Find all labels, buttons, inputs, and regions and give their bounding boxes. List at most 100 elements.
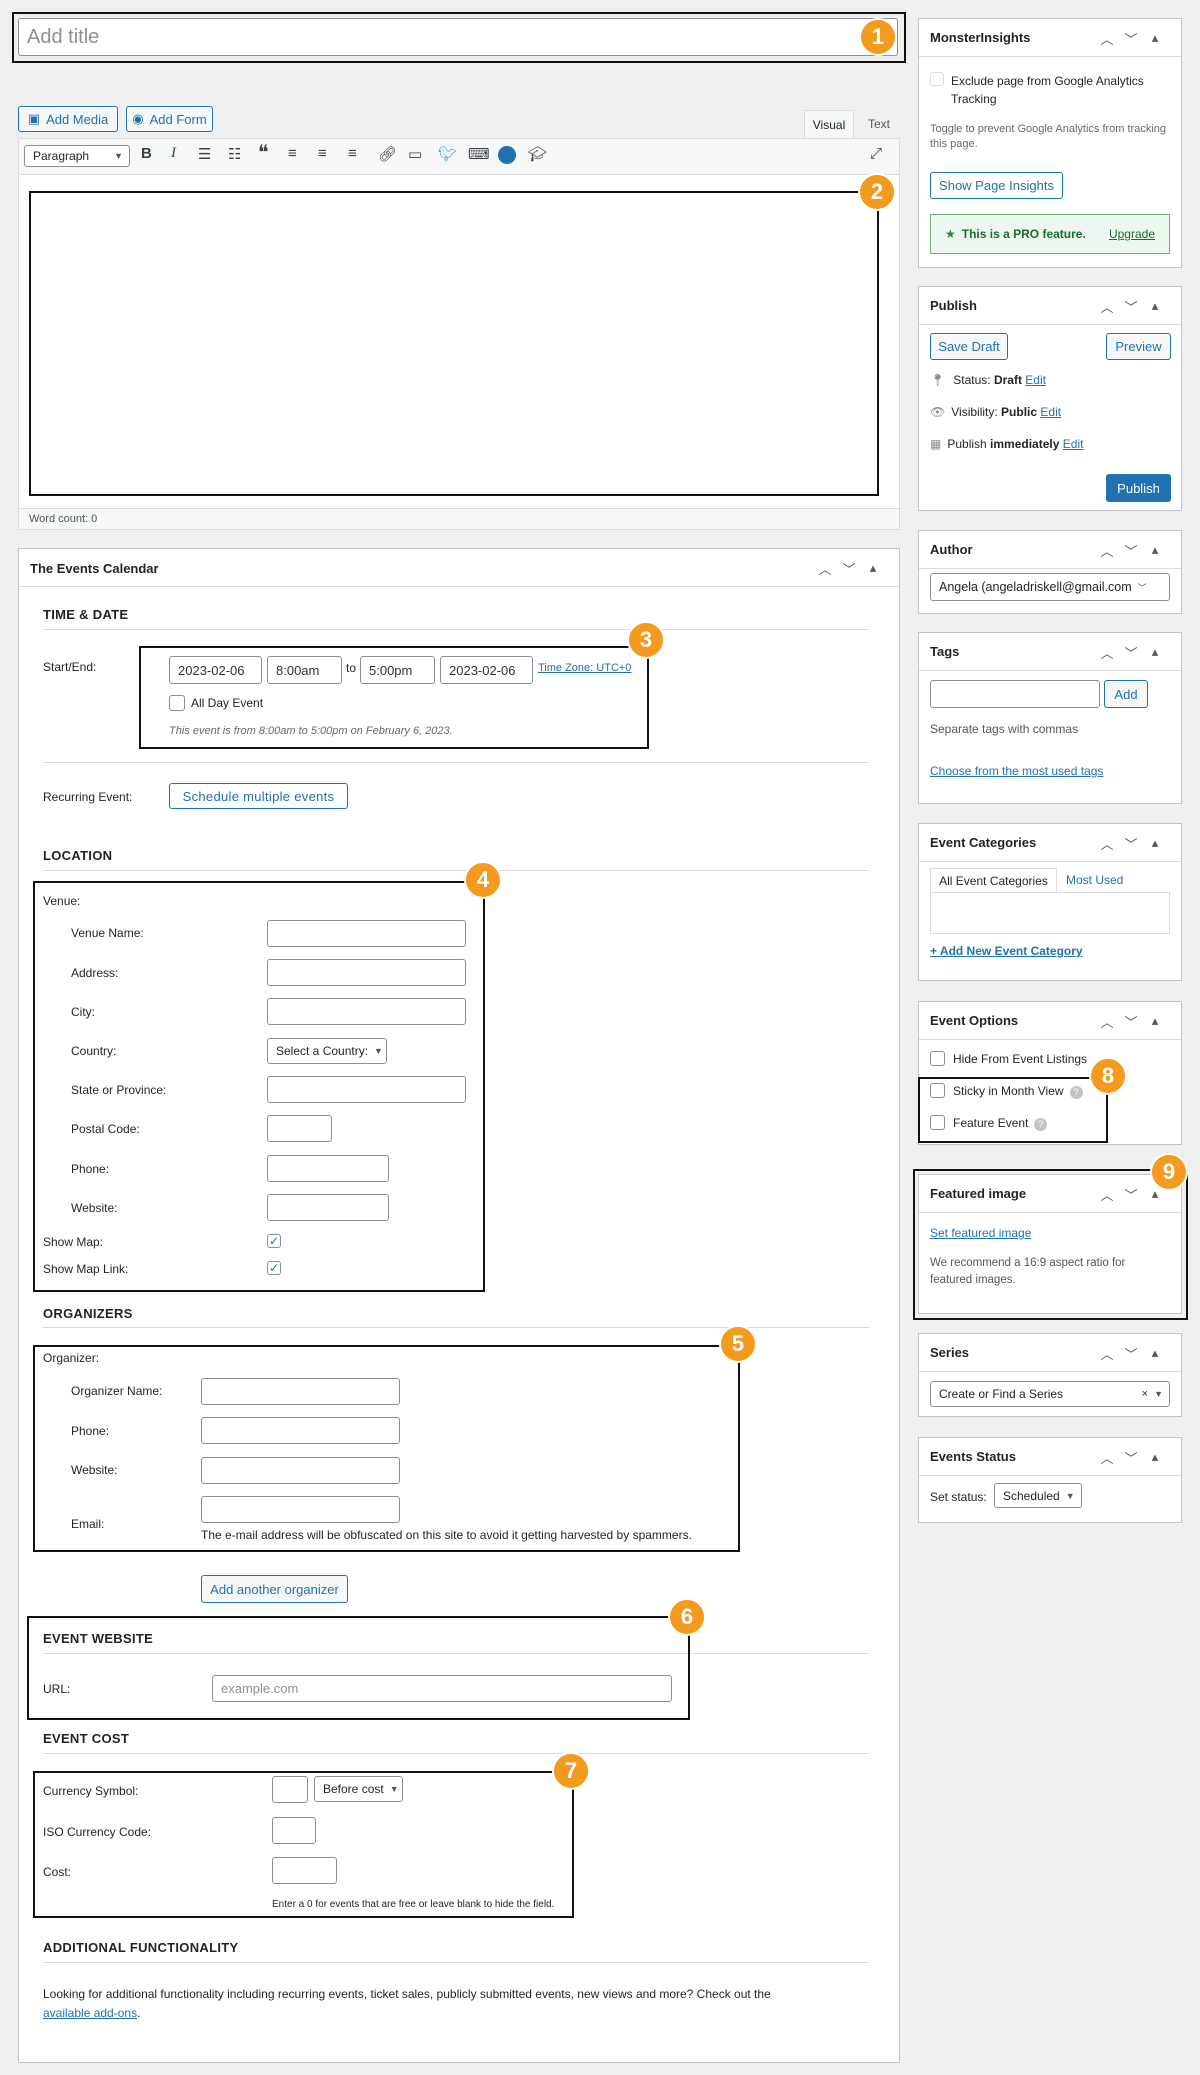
publish-button[interactable]: Publish bbox=[1106, 474, 1171, 502]
panel-controls[interactable]: ︿ ﹀ ▴ bbox=[1100, 633, 1162, 671]
end-time-input[interactable]: 5:00pm bbox=[360, 656, 435, 684]
schedule-edit-link[interactable]: Edit bbox=[1063, 437, 1084, 451]
cost-input[interactable] bbox=[272, 1857, 337, 1884]
postal-code-input[interactable] bbox=[267, 1115, 332, 1142]
state-input[interactable] bbox=[267, 1076, 466, 1103]
country-select[interactable]: Select a Country: ▼ bbox=[267, 1038, 387, 1064]
keyboard-icon[interactable]: ⌨ bbox=[468, 145, 490, 163]
italic-icon[interactable]: I bbox=[171, 145, 176, 162]
end-date-input[interactable]: 2023-02-06 bbox=[440, 656, 533, 684]
post-title-input[interactable]: Add title bbox=[18, 18, 898, 56]
add-another-organizer-button[interactable]: Add another organizer bbox=[201, 1575, 348, 1603]
move-up-icon[interactable]: ︿ bbox=[1100, 834, 1114, 853]
collapse-icon[interactable]: ▴ bbox=[1148, 1345, 1162, 1361]
status-select[interactable]: Scheduled ▼ bbox=[994, 1483, 1082, 1508]
collapse-icon[interactable]: ▴ bbox=[1148, 835, 1162, 851]
move-down-icon[interactable]: ﹀ bbox=[1124, 1344, 1138, 1363]
numbered-list-icon[interactable]: ☷ bbox=[228, 145, 241, 163]
currency-position-select[interactable]: Before cost ▼ bbox=[314, 1776, 403, 1802]
format-select[interactable]: Paragraph ▼ bbox=[24, 145, 130, 167]
organizer-website-input[interactable] bbox=[201, 1457, 400, 1484]
categories-list[interactable] bbox=[930, 892, 1170, 934]
move-up-icon[interactable]: ︿ bbox=[1100, 1185, 1114, 1204]
move-up-icon[interactable]: ︿ bbox=[1100, 1012, 1114, 1031]
status-edit-link[interactable]: Edit bbox=[1025, 373, 1046, 387]
series-select[interactable]: Create or Find a Series × ▼ bbox=[930, 1381, 1170, 1407]
editor-content-area[interactable] bbox=[19, 176, 899, 506]
timezone-link[interactable]: Time Zone: UTC+0 bbox=[538, 662, 631, 674]
preview-button[interactable]: Preview bbox=[1106, 333, 1171, 360]
help-icon[interactable]: ? bbox=[1034, 1118, 1048, 1131]
venue-phone-input[interactable] bbox=[267, 1155, 389, 1182]
choose-tags-link[interactable]: Choose from the most used tags bbox=[930, 764, 1103, 778]
panel-controls[interactable]: ︿ ﹀ ▴ bbox=[1100, 287, 1162, 325]
panel-controls[interactable]: ︿ ﹀ ▴ bbox=[1100, 1002, 1162, 1040]
blockquote-icon[interactable]: ❝ bbox=[258, 140, 269, 165]
move-up-icon[interactable]: ︿ bbox=[1100, 541, 1114, 560]
panel-controls[interactable]: ︿ ﹀ ▴ bbox=[1100, 824, 1162, 862]
show-map-checkbox[interactable]: ✓ bbox=[267, 1234, 281, 1248]
address-input[interactable] bbox=[267, 959, 466, 986]
panel-controls[interactable]: ︿ ﹀ ▴ bbox=[818, 549, 880, 587]
collapse-icon[interactable]: ▴ bbox=[1148, 298, 1162, 314]
help-icon[interactable]: ? bbox=[1069, 1086, 1083, 1099]
twitter-icon[interactable]: 🐦︎ bbox=[438, 145, 457, 163]
set-featured-image-link[interactable]: Set featured image bbox=[930, 1226, 1031, 1240]
tab-most-used[interactable]: Most Used bbox=[1066, 873, 1123, 887]
add-media-button[interactable]: ▣ Add Media bbox=[18, 106, 118, 132]
move-down-icon[interactable]: ﹀ bbox=[1124, 297, 1138, 316]
move-down-icon[interactable]: ﹀ bbox=[1124, 834, 1138, 853]
collapse-icon[interactable]: ▴ bbox=[1148, 30, 1162, 46]
start-date-input[interactable]: 2023-02-06 bbox=[169, 656, 262, 684]
feature-event-checkbox[interactable] bbox=[930, 1115, 945, 1130]
all-day-checkbox[interactable] bbox=[169, 695, 185, 711]
move-up-icon[interactable]: ︿ bbox=[1100, 1344, 1114, 1363]
city-input[interactable] bbox=[267, 998, 466, 1025]
move-down-icon[interactable]: ﹀ bbox=[1124, 1448, 1138, 1467]
hide-listings-checkbox[interactable] bbox=[930, 1051, 945, 1066]
currency-symbol-input[interactable] bbox=[272, 1776, 308, 1803]
available-addons-link[interactable]: available add-ons bbox=[43, 2006, 137, 2020]
author-select[interactable]: Angela (angeladriskell@gmail.com ﹀ bbox=[930, 573, 1170, 601]
move-up-icon[interactable]: ︿ bbox=[1100, 29, 1114, 48]
iso-code-input[interactable] bbox=[272, 1817, 316, 1844]
wpforms-icon[interactable] bbox=[498, 146, 516, 164]
collapse-icon[interactable]: ▴ bbox=[1148, 1449, 1162, 1465]
link-icon[interactable]: 🔗︎ bbox=[378, 145, 397, 163]
move-down-icon[interactable]: ﹀ bbox=[1124, 29, 1138, 48]
tab-all-categories[interactable]: All Event Categories bbox=[930, 868, 1057, 893]
panel-controls[interactable]: ︿ ﹀ ▴ bbox=[1100, 19, 1162, 57]
tags-input[interactable] bbox=[930, 680, 1100, 708]
add-category-link[interactable]: + Add New Event Category bbox=[930, 944, 1083, 958]
tab-text[interactable]: Text bbox=[858, 110, 900, 138]
fullscreen-icon[interactable]: ⤢ bbox=[870, 145, 882, 162]
organizer-name-input[interactable] bbox=[201, 1378, 400, 1405]
organizer-email-input[interactable] bbox=[201, 1496, 400, 1523]
move-down-icon[interactable]: ﹀ bbox=[1124, 1012, 1138, 1031]
save-draft-button[interactable]: Save Draft bbox=[930, 333, 1008, 360]
bold-icon[interactable]: B bbox=[141, 145, 152, 162]
move-up-icon[interactable]: ︿ bbox=[1100, 643, 1114, 662]
tab-visual[interactable]: Visual bbox=[804, 110, 854, 138]
show-map-link-checkbox[interactable]: ✓ bbox=[267, 1261, 281, 1275]
venue-name-input[interactable] bbox=[267, 920, 466, 947]
event-url-input[interactable]: example.com bbox=[212, 1675, 672, 1702]
collapse-icon[interactable]: ▴ bbox=[1148, 644, 1162, 660]
panel-controls[interactable]: ︿ ﹀ ▴ bbox=[1100, 1334, 1162, 1372]
organizer-phone-input[interactable] bbox=[201, 1417, 400, 1444]
upgrade-link[interactable]: Upgrade bbox=[1109, 227, 1155, 241]
schedule-multiple-button[interactable]: Schedule multiple events bbox=[169, 783, 348, 809]
collapse-icon[interactable]: ▴ bbox=[866, 560, 880, 576]
move-down-icon[interactable]: ﹀ bbox=[1124, 643, 1138, 662]
panel-controls[interactable]: ︿ ﹀ ▴ bbox=[1100, 531, 1162, 569]
add-tag-button[interactable]: Add bbox=[1104, 680, 1148, 708]
read-more-icon[interactable]: ▭ bbox=[408, 145, 422, 163]
align-center-icon[interactable]: ≡ bbox=[318, 145, 327, 162]
move-down-icon[interactable]: ﹀ bbox=[1124, 541, 1138, 560]
show-page-insights-button[interactable]: Show Page Insights bbox=[930, 172, 1063, 199]
align-right-icon[interactable]: ≡ bbox=[348, 145, 357, 162]
panel-controls[interactable]: ︿ ﹀ ▴ bbox=[1100, 1438, 1162, 1476]
move-up-icon[interactable]: ︿ bbox=[1100, 1448, 1114, 1467]
move-down-icon[interactable]: ﹀ bbox=[842, 559, 856, 578]
sticky-checkbox[interactable] bbox=[930, 1083, 945, 1098]
